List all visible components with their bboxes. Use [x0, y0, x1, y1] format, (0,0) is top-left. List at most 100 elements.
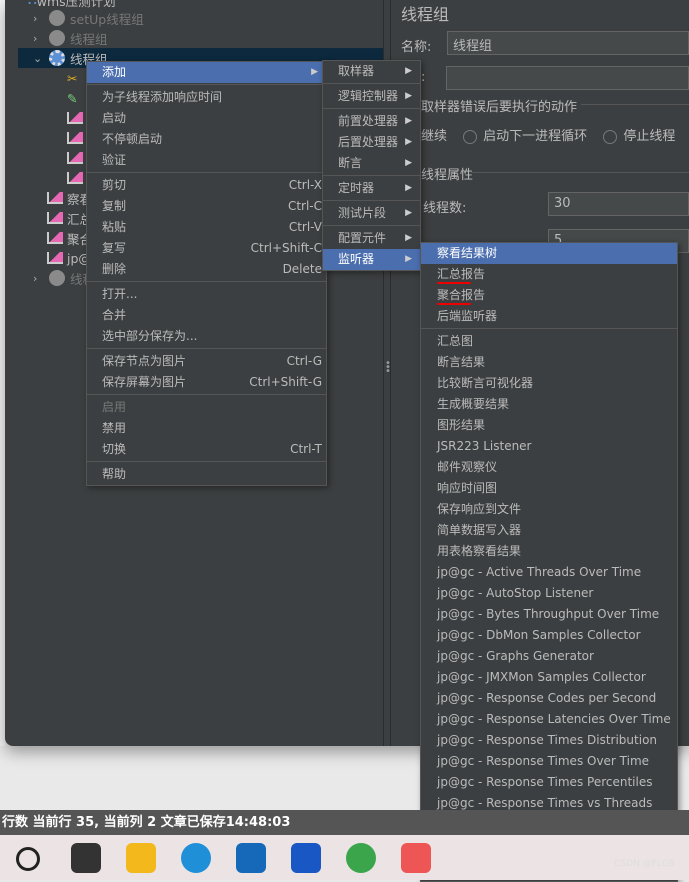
menu-item[interactable]: 汇总图 — [421, 331, 677, 352]
menu-item[interactable]: 测试片段 ▶ — [323, 203, 420, 224]
listener-icon — [67, 132, 83, 144]
chevron-right-icon[interactable]: › — [33, 272, 49, 285]
menu-item-label: 为子线程添加响应时间 — [102, 90, 223, 104]
task-view-icon[interactable] — [71, 843, 101, 873]
tree-node[interactable]: › setUp线程组 — [33, 8, 144, 28]
menu-item[interactable]: 取样器 ▶ — [323, 61, 420, 82]
menu-separator — [87, 461, 326, 462]
menu-item[interactable]: 保存节点为图片 Ctrl-G — [87, 351, 326, 372]
menu-item-label: 图形结果 — [437, 418, 486, 432]
menu-item[interactable]: 合并 — [87, 305, 326, 326]
name-label: 名称: — [401, 40, 432, 55]
menu-item[interactable]: 察看结果树 — [421, 243, 677, 264]
menu-item[interactable]: jp@gc - Response Times Over Time — [421, 751, 677, 772]
menu-item[interactable]: 后置处理器 ▶ — [323, 132, 420, 153]
menu-item[interactable]: 添加 ▶ — [87, 62, 326, 83]
app-icon[interactable] — [401, 843, 431, 873]
menu-item[interactable]: 聚合报告 — [421, 285, 677, 306]
menu-item[interactable]: jp@gc - Bytes Throughput Over Time — [421, 604, 677, 625]
menu-item[interactable]: 逻辑控制器 ▶ — [323, 86, 420, 107]
tree-node[interactable] — [67, 108, 87, 128]
tree-node[interactable] — [67, 128, 87, 148]
menu-item[interactable]: 定时器 ▶ — [323, 178, 420, 199]
search-icon[interactable] — [16, 847, 40, 871]
menu-item[interactable]: JSR223 Listener — [421, 436, 677, 457]
menu-item-label: 简单数据写入器 — [437, 523, 522, 537]
menu-item[interactable]: 选中部分保存为... — [87, 326, 326, 347]
menu-item[interactable]: 汇总报告 — [421, 264, 677, 285]
menu-item[interactable]: 打开... — [87, 284, 326, 305]
menu-item[interactable]: jp@gc - AutoStop Listener — [421, 583, 677, 604]
tree-node[interactable] — [67, 168, 87, 188]
menu-item[interactable]: 简单数据写入器 — [421, 520, 677, 541]
menu-item[interactable]: 监听器 ▶ — [323, 249, 420, 270]
menu-item-label: 逻辑控制器 — [338, 89, 399, 103]
menu-item[interactable]: 为子线程添加响应时间 — [87, 87, 326, 108]
menu-item[interactable]: 用表格察看结果 — [421, 541, 677, 562]
menu-item[interactable]: 删除 Delete — [87, 259, 326, 280]
menu-item[interactable]: 响应时间图 — [421, 478, 677, 499]
menu-item[interactable]: 后端监听器 — [421, 306, 677, 327]
menu-item[interactable]: 禁用 — [87, 418, 326, 439]
menu-item[interactable]: 剪切 Ctrl-X — [87, 175, 326, 196]
menu-item-label: jp@gc - AutoStop Listener — [437, 586, 594, 600]
menu-item[interactable]: jp@gc - DbMon Samples Collector — [421, 625, 677, 646]
gear-icon — [49, 10, 65, 26]
menu-item[interactable]: jp@gc - Response Times Distribution — [421, 730, 677, 751]
menu-item[interactable]: 断言结果 — [421, 352, 677, 373]
radio-stop-thread[interactable]: 停止线程 — [603, 129, 675, 144]
chevron-right-icon[interactable]: › — [33, 12, 49, 25]
menu-item[interactable]: 保存屏幕为图片 Ctrl+Shift-G — [87, 372, 326, 393]
file-explorer-icon[interactable] — [126, 843, 156, 873]
threads-label: 线程数: — [423, 201, 467, 216]
menu-item[interactable]: 切换 Ctrl-T — [87, 439, 326, 460]
menu-item[interactable]: 帮助 — [87, 464, 326, 485]
menu-item[interactable]: 粘贴 Ctrl-V — [87, 217, 326, 238]
menu-item[interactable]: 图形结果 — [421, 415, 677, 436]
menu-item[interactable]: 复写 Ctrl+Shift-C — [87, 238, 326, 259]
menu-item: 启用 — [87, 397, 326, 418]
menu-item[interactable]: 生成概要结果 — [421, 394, 677, 415]
tree-node[interactable] — [67, 148, 87, 168]
edge-icon[interactable] — [181, 843, 211, 873]
menu-item[interactable]: 前置处理器 ▶ — [323, 111, 420, 132]
menu-item[interactable]: jp@gc - Response Latencies Over Time — [421, 709, 677, 730]
menu-item[interactable]: 启动 — [87, 108, 326, 129]
radio-continue[interactable]: 继续 — [421, 129, 447, 144]
menu-item-label: 聚合报告 — [437, 288, 486, 302]
chevron-right-icon[interactable]: › — [33, 32, 49, 45]
submenu-arrow-icon: ▶ — [405, 91, 412, 101]
menu-item-label: 添加 — [102, 65, 127, 79]
menu-item[interactable]: jp@gc - Response Codes per Second — [421, 688, 677, 709]
menu-item[interactable]: 比较断言可视化器 — [421, 373, 677, 394]
chevron-down-icon[interactable]: ⌄ — [33, 52, 49, 65]
radio-next-loop[interactable]: 启动下一进程循环 — [463, 129, 587, 144]
name-input[interactable]: 线程组 — [447, 31, 689, 55]
menu-item[interactable]: 验证 — [87, 150, 326, 171]
menu-item[interactable]: jp@gc - Response Times Percentiles — [421, 772, 677, 793]
menu-item-label: jp@gc - Response Times vs Threads — [437, 796, 653, 810]
store-icon[interactable] — [236, 843, 266, 873]
menu-item[interactable]: jp@gc - Active Threads Over Time — [421, 562, 677, 583]
menu-separator — [323, 83, 420, 84]
menu-item[interactable]: jp@gc - JMXMon Samples Collector — [421, 667, 677, 688]
comment-input[interactable] — [446, 66, 689, 90]
tree-node[interactable]: › 线程组 — [33, 28, 108, 48]
menu-item[interactable]: 配置元件 ▶ — [323, 228, 420, 249]
menu-item[interactable]: 复制 Ctrl-C — [87, 196, 326, 217]
tree-node[interactable]: ✎ — [67, 88, 77, 108]
menu-item[interactable]: 保存响应到文件 — [421, 499, 677, 520]
menu-item[interactable]: 断言 ▶ — [323, 153, 420, 174]
listener-icon — [67, 112, 83, 124]
menu-item[interactable]: jp@gc - Graphs Generator — [421, 646, 677, 667]
menu-item[interactable]: 邮件观察仪 — [421, 457, 677, 478]
add-submenu: 取样器 ▶ 逻辑控制器 ▶ 前置处理器 ▶ 后置处理器 ▶ 断言 ▶ 定时器 ▶ 测试片段 ▶ 配置元件 ▶ 监… — [322, 60, 421, 271]
panel-title: 线程组 — [401, 5, 450, 24]
app-l-icon[interactable] — [291, 843, 321, 873]
ie-browser-icon[interactable] — [346, 843, 376, 873]
menu-item[interactable]: 不停顿启动 — [87, 129, 326, 150]
menu-separator — [421, 328, 677, 329]
tree-node[interactable]: ✂ — [67, 68, 77, 88]
threads-input[interactable]: 30 — [548, 192, 689, 216]
menu-item-label: jp@gc - Graphs Generator — [437, 649, 594, 663]
